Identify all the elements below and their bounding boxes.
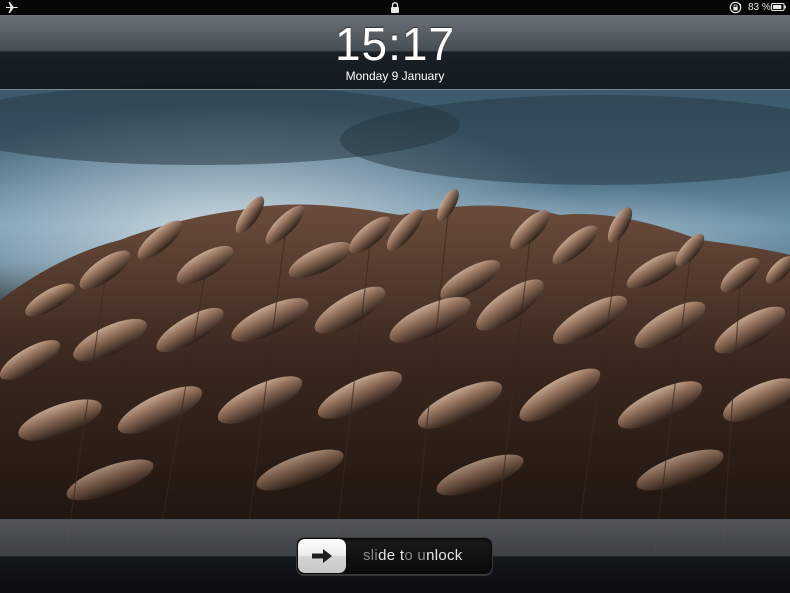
slider-label-part2: de t bbox=[378, 547, 405, 564]
status-bar: 83 % bbox=[0, 0, 790, 15]
slider-label-part3: o u bbox=[404, 547, 427, 564]
slide-to-unlock-label: slide to unlock bbox=[363, 538, 463, 574]
unlock-bar: slide to unlock bbox=[0, 519, 790, 593]
clock-time: 15:17 bbox=[334, 18, 456, 70]
airplane-icon bbox=[6, 2, 18, 13]
slider-label-part1: sli bbox=[363, 547, 379, 564]
arrow-right-icon bbox=[312, 549, 332, 563]
ipad-lock-screen: 83 % 15:17 Monday 9 January slide to unl… bbox=[0, 0, 790, 593]
clock-bar: 15:17 Monday 9 January bbox=[0, 15, 790, 90]
clock-date: Monday 9 January bbox=[345, 69, 445, 83]
slider-knob[interactable] bbox=[298, 539, 346, 573]
slider-label-part4: nlock bbox=[426, 547, 463, 564]
rotation-lock-icon bbox=[729, 1, 742, 14]
slide-to-unlock-slider[interactable]: slide to unlock bbox=[296, 537, 493, 575]
battery-icon bbox=[771, 3, 786, 11]
lock-icon bbox=[391, 2, 399, 13]
battery-percent: 83 % bbox=[748, 2, 771, 13]
